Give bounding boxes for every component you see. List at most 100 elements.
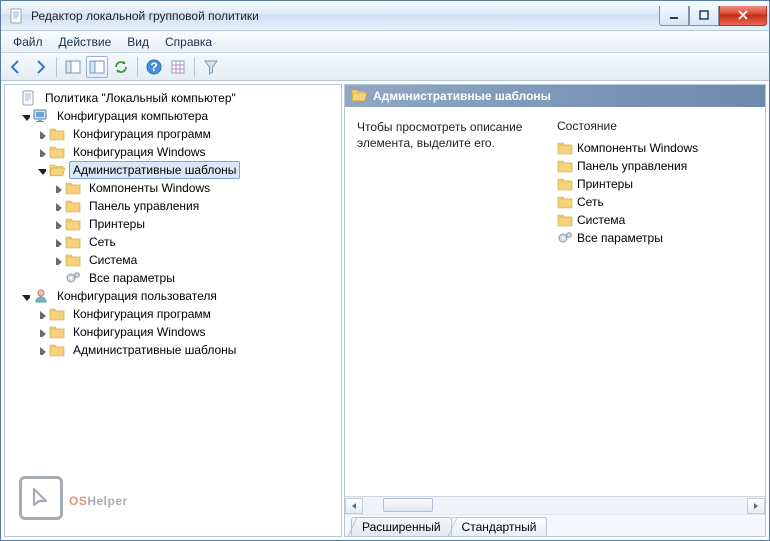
folder-icon (557, 212, 573, 228)
menu-action[interactable]: Действие (51, 33, 120, 51)
folder-open-icon (351, 87, 367, 106)
list-item[interactable]: Панель управления (557, 157, 757, 175)
folder-open-icon (49, 162, 65, 178)
scroll-thumb[interactable] (383, 498, 433, 512)
tree-label: Конфигурация пользователя (53, 287, 221, 305)
expand-icon[interactable] (51, 254, 63, 266)
tree-item[interactable]: Административные шаблоны (5, 341, 341, 359)
scroll-left-button[interactable] (345, 498, 363, 514)
tree-item[interactable]: Конфигурация Windows (5, 143, 341, 161)
tree-label: Конфигурация Windows (69, 323, 210, 341)
toolbar (1, 53, 769, 81)
list-item[interactable]: Сеть (557, 193, 757, 211)
scroll-right-button[interactable] (747, 498, 765, 514)
tree-pane[interactable]: Политика "Локальный компьютер" Конфигура… (4, 84, 342, 537)
list-item[interactable]: Принтеры (557, 175, 757, 193)
folder-icon (557, 176, 573, 192)
expand-icon[interactable] (35, 326, 47, 338)
tree-item[interactable]: Все параметры (5, 269, 341, 287)
tree-item[interactable]: Принтеры (5, 215, 341, 233)
help-button[interactable] (143, 56, 165, 78)
tree-label: Конфигурация Windows (69, 143, 210, 161)
folder-icon (557, 194, 573, 210)
properties-button[interactable] (167, 56, 189, 78)
expand-icon[interactable] (35, 146, 47, 158)
tree-item[interactable]: Система (5, 251, 341, 269)
details-title: Административные шаблоны (373, 89, 551, 103)
collapse-icon[interactable] (19, 110, 31, 122)
computer-icon (33, 108, 49, 124)
tree-label: Система (85, 251, 141, 269)
tree-label: Все параметры (85, 269, 179, 287)
item-list[interactable]: Состояние Компоненты Windows Панель упра… (557, 119, 757, 492)
list-item[interactable]: Компоненты Windows (557, 139, 757, 157)
tab-extended[interactable]: Расширенный (351, 517, 452, 536)
folder-icon (65, 252, 81, 268)
folder-icon (65, 234, 81, 250)
menu-file[interactable]: Файл (5, 33, 51, 51)
maximize-button[interactable] (689, 6, 719, 26)
blank (51, 272, 63, 284)
expand-icon[interactable] (35, 128, 47, 140)
forward-button[interactable] (29, 56, 51, 78)
back-button[interactable] (5, 56, 27, 78)
tree-label: Конфигурация программ (69, 305, 215, 323)
expand-icon[interactable] (51, 200, 63, 212)
tab-standard[interactable]: Стандартный (451, 517, 548, 536)
description-text: Чтобы просмотреть описание элемента, выд… (357, 119, 537, 492)
folder-icon (65, 198, 81, 214)
close-button[interactable] (719, 6, 767, 26)
item-label: Принтеры (577, 177, 633, 191)
tree-item[interactable]: Сеть (5, 233, 341, 251)
expand-icon[interactable] (35, 344, 47, 356)
collapse-icon[interactable] (35, 164, 47, 176)
expand-icon[interactable] (35, 308, 47, 320)
tree-label: Компоненты Windows (85, 179, 214, 197)
tree-item[interactable]: Конфигурация программ (5, 305, 341, 323)
tree-label: Политика "Локальный компьютер" (41, 89, 240, 107)
list-item[interactable]: Система (557, 211, 757, 229)
separator (56, 57, 57, 77)
tree-root[interactable]: Политика "Локальный компьютер" (5, 89, 341, 107)
tree-item[interactable]: Панель управления (5, 197, 341, 215)
tree-item[interactable]: Конфигурация Windows (5, 323, 341, 341)
horizontal-scrollbar[interactable] (345, 496, 765, 514)
policy-tree[interactable]: Политика "Локальный компьютер" Конфигура… (5, 89, 341, 359)
folder-icon (65, 216, 81, 232)
tree-item[interactable]: Компоненты Windows (5, 179, 341, 197)
cursor-icon (19, 476, 63, 520)
gears-icon (65, 270, 81, 286)
folder-icon (557, 140, 573, 156)
list-item[interactable]: Все параметры (557, 229, 757, 247)
menu-view[interactable]: Вид (119, 33, 157, 51)
tree-user-config[interactable]: Конфигурация пользователя (5, 287, 341, 305)
collapse-icon[interactable] (19, 290, 31, 302)
item-label: Компоненты Windows (577, 141, 698, 155)
menu-help[interactable]: Справка (157, 33, 220, 51)
expand-icon[interactable] (51, 218, 63, 230)
filter-button[interactable] (200, 56, 222, 78)
separator (194, 57, 195, 77)
tree-computer-config[interactable]: Конфигурация компьютера (5, 107, 341, 125)
doc-icon (21, 90, 37, 106)
expand-icon[interactable] (51, 182, 63, 194)
details-header: Административные шаблоны (345, 85, 765, 107)
titlebar[interactable]: Редактор локальной групповой политики (1, 1, 769, 31)
tree-item[interactable]: Конфигурация программ (5, 125, 341, 143)
item-label: Панель управления (577, 159, 687, 173)
item-label: Все параметры (577, 231, 663, 245)
tree-label: Принтеры (85, 215, 149, 233)
folder-icon (65, 180, 81, 196)
scroll-track[interactable] (363, 498, 747, 514)
show-tree-button[interactable] (62, 56, 84, 78)
menubar: Файл Действие Вид Справка (1, 31, 769, 53)
tree-admin-templates[interactable]: Административные шаблоны (5, 161, 341, 179)
tree-label: Конфигурация компьютера (53, 107, 212, 125)
expand-icon[interactable] (51, 236, 63, 248)
refresh-button[interactable] (110, 56, 132, 78)
show-panes-button[interactable] (86, 56, 108, 78)
minimize-button[interactable] (659, 6, 689, 26)
watermark-helper: Helper (87, 494, 127, 508)
item-label: Сеть (577, 195, 604, 209)
column-header-state[interactable]: Состояние (557, 119, 757, 133)
